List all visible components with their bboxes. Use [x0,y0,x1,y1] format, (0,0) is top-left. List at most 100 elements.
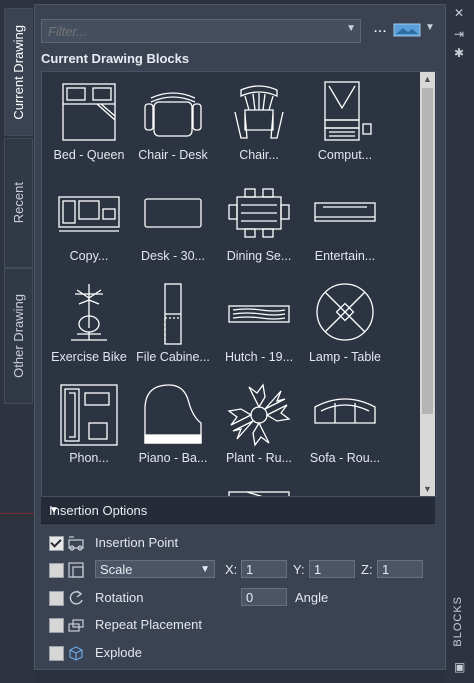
repeat-placement-label: Repeat Placement [95,617,202,632]
chair-icon [234,85,284,139]
insertion-point-icon [68,536,84,551]
section-title: Current Drawing Blocks [41,51,190,66]
thumbnail-view-icon[interactable] [393,23,421,37]
block-label: File Cabine... [136,350,210,364]
blocks-grid: Bed - Queen Chair - Desk Chair... Comput… [41,71,437,497]
option-explode: Explode [49,642,439,664]
scale-x-input[interactable]: 1 [241,560,287,578]
block-plant[interactable]: Plant - Ru... [214,375,304,475]
option-repeat-placement: Repeat Placement [49,614,439,636]
tab-label: Current Drawing [11,24,26,120]
tab-label: Recent [11,182,26,224]
block-label: Copy... [69,249,109,263]
block-label: Piano - Ba... [138,451,208,465]
tab-label: Other Drawing [11,294,26,378]
tab-other-drawing[interactable]: Other Drawing [4,268,33,404]
scale-icon [68,562,84,578]
block-computer[interactable]: Comput... [300,72,390,172]
rotation-icon [69,590,83,605]
block-label: Lamp - Table [308,350,382,364]
filter-combo[interactable]: ▼ [41,19,361,43]
file-cabinet-icon [164,283,182,345]
table-icon [228,491,290,496]
piano-icon [144,384,202,444]
explode-icon [69,646,83,661]
block-dining-set[interactable]: Dining Se... [214,173,304,273]
insertion-options-header[interactable]: Insertion Options ▼ [41,497,435,524]
block-hutch[interactable]: Hutch - 19... [214,274,304,374]
block-label: Exercise Bike [51,350,127,364]
block-label: Entertain... [314,249,376,263]
block-label: Desk - 30... [141,249,205,263]
scale-mode-select[interactable]: Scale ▼ [95,560,215,578]
blocks-palette-icon: ▣ [454,660,466,674]
angle-label: Angle [295,590,329,605]
block-desk-30[interactable]: Desk - 30... [128,173,218,273]
insertion-point-checkbox[interactable] [49,536,64,551]
chevron-down-icon: ▼ [200,564,210,575]
chevron-down-icon[interactable]: ▼ [420,482,435,496]
x-label: X: [225,562,238,577]
block-label: Hutch - 19... [224,350,294,364]
block-label: Bed - Queen [53,148,125,162]
plant-icon [227,383,291,447]
filter-input[interactable] [42,20,344,42]
option-rotation: Rotation 0 Angle [49,587,439,609]
palette-title: BLOCKS [452,596,464,647]
sofa-icon [314,398,376,424]
exercise-bike-icon [71,284,107,341]
block-piano[interactable]: Piano - Ba... [128,375,218,475]
rotation-angle-input[interactable]: 0 [241,588,287,606]
repeat-placement-checkbox[interactable] [49,618,64,633]
tab-recent[interactable]: Recent [4,138,33,268]
copier-icon [58,196,120,232]
computer-icon [324,81,372,141]
block-chair[interactable]: Chair... [214,72,304,172]
chevron-down-icon[interactable]: ▼ [346,23,356,34]
block-phone[interactable]: Phon... [44,375,134,475]
hutch-icon [228,305,290,323]
block-bed-queen[interactable]: Bed - Queen [44,72,134,172]
block-lamp-table[interactable]: Lamp - Table [300,274,390,374]
more-options-button[interactable]: ... [371,19,389,41]
dining-set-icon [228,188,290,238]
rotation-checkbox[interactable] [49,591,64,606]
z-label: Z: [361,562,373,577]
option-insertion-point: Insertion Point [49,532,439,554]
y-label: Y: [293,562,305,577]
auto-hide-icon[interactable]: ⇥ [454,27,464,41]
bed-icon [62,83,116,141]
palette-title-bar: ✕ ⇥ ✱ ▣ [446,0,474,683]
filter-row: ▼ ... ▼ [41,19,441,43]
close-icon[interactable]: ✕ [454,6,464,20]
gear-icon[interactable]: ✱ [454,46,464,60]
block-label: Comput... [317,148,373,162]
block-copy[interactable]: Copy... [44,173,134,273]
phone-icon [60,384,118,446]
tab-current-drawing[interactable]: Current Drawing [4,8,33,136]
block-partial[interactable] [214,476,304,496]
scale-checkbox[interactable] [49,563,64,578]
insertion-point-label: Insertion Point [95,535,179,550]
scale-z-input[interactable]: 1 [377,560,423,578]
chevron-up-icon[interactable]: ▲ [420,72,435,86]
desk-icon [144,198,202,228]
blocks-palette: ▼ ... ▼ Current Drawing Blocks Bed - Que… [34,4,446,670]
scroll-thumb[interactable] [422,88,433,414]
scale-y-input[interactable]: 1 [309,560,355,578]
lamp-icon [316,283,374,341]
repeat-placement-icon [68,619,84,632]
block-label: Chair - Desk [138,148,208,162]
chevron-down-icon[interactable]: ▼ [49,505,427,516]
block-file-cabinet[interactable]: File Cabine... [128,274,218,374]
block-exercise-bike[interactable]: Exercise Bike [44,274,134,374]
vertical-scrollbar[interactable]: ▲ ▼ [420,72,435,496]
block-entertainment[interactable]: Entertain... [300,173,390,273]
option-scale: Scale ▼ X: 1 Y: 1 Z: 1 [49,559,439,581]
block-sofa[interactable]: Sofa - Rou... [300,375,390,475]
block-label: Chair... [239,148,279,162]
chevron-down-icon[interactable]: ▼ [425,22,435,33]
explode-checkbox[interactable] [49,646,64,661]
block-label: Plant - Ru... [226,451,292,465]
block-chair-desk[interactable]: Chair - Desk [128,72,218,172]
